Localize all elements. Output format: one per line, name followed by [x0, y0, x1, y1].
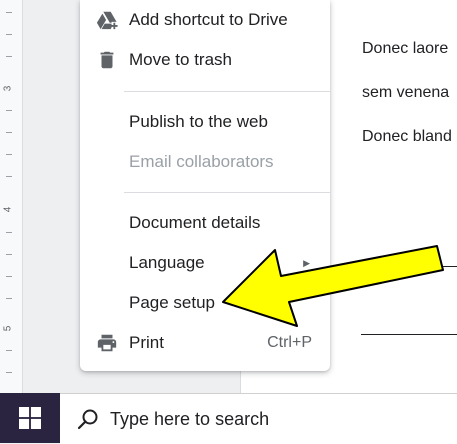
menu-separator [124, 192, 330, 193]
ruler-tick [6, 176, 12, 177]
ruler-tick [6, 350, 12, 351]
ruler-tick [6, 298, 12, 299]
vertical-ruler: 3 4 5 [0, 0, 23, 393]
document-text-line: Donec bland [362, 128, 452, 145]
menu-item-move-to-trash[interactable]: Move to trash [80, 42, 330, 78]
taskbar: Type here to search [0, 393, 457, 444]
taskbar-search-box[interactable]: Type here to search [60, 393, 457, 444]
ruler-number: 3 [2, 85, 14, 92]
ruler-tick [6, 154, 12, 155]
menu-separator [124, 91, 330, 92]
windows-logo-icon [19, 407, 41, 429]
menu-item-add-shortcut[interactable]: Add shortcut to Drive [80, 2, 330, 38]
ruler-tick [6, 56, 12, 57]
ruler-tick [6, 110, 12, 111]
menu-item-label: Print [129, 333, 164, 352]
trash-icon [100, 51, 114, 69]
menu-item-label: Publish to the web [129, 112, 268, 131]
annotation-arrow [222, 245, 444, 327]
menu-item-label: Move to trash [129, 50, 232, 69]
search-placeholder: Type here to search [110, 409, 270, 429]
ruler-tick [6, 12, 12, 13]
ruler-number: 5 [2, 325, 14, 332]
search-icon [77, 409, 98, 430]
print-icon [97, 334, 117, 352]
ruler-tick [6, 254, 12, 255]
ruler-tick [6, 276, 12, 277]
menu-item-publish-to-web[interactable]: Publish to the web [80, 104, 330, 140]
ruler-tick [6, 372, 12, 373]
menu-item-label: Document details [129, 213, 261, 232]
ruler-number: 4 [2, 206, 14, 213]
document-text-line: Donec laore [362, 40, 449, 57]
drive-shortcut-icon [96, 11, 118, 31]
ruler-tick [6, 34, 12, 35]
document-text-line: sem venena [362, 84, 450, 101]
menu-item-label: Add shortcut to Drive [129, 10, 288, 29]
ruler-tick [6, 132, 12, 133]
ruler-tick [6, 232, 12, 233]
menu-item-label: Email collaborators [129, 152, 274, 171]
start-button[interactable] [0, 393, 60, 443]
menu-item-label: Page setup [129, 293, 216, 312]
menu-item-email-collaborators: Email collaborators [80, 144, 330, 180]
menu-item-label: Language [129, 253, 205, 272]
menu-item-document-details[interactable]: Document details [80, 205, 330, 241]
